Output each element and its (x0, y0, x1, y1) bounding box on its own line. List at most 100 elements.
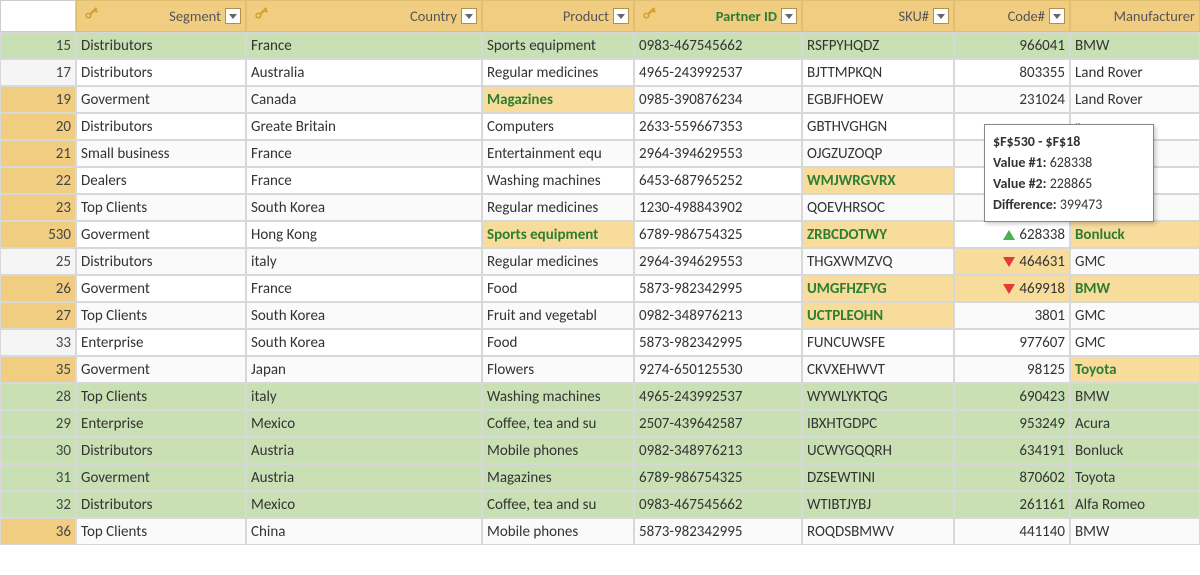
spreadsheet-grid[interactable]: SegmentCountryProductPartner IDSKU#Code#… (0, 0, 1200, 545)
cell-code[interactable]: 690423 (954, 383, 1070, 410)
row-number[interactable]: 21 (0, 140, 76, 167)
cell-product[interactable]: Food (482, 275, 634, 302)
cell-sku[interactable]: WMJWRGVRX (802, 167, 954, 194)
cell-country[interactable]: Hong Kong (246, 221, 482, 248)
cell-country[interactable]: France (246, 140, 482, 167)
cell-partner-id[interactable]: 6453-687965252 (634, 167, 802, 194)
row-number[interactable]: 27 (0, 302, 76, 329)
cell-code[interactable]: 261161 (954, 491, 1070, 518)
cell-country[interactable]: Austria (246, 464, 482, 491)
row-number[interactable]: 28 (0, 383, 76, 410)
row-number[interactable]: 36 (0, 518, 76, 545)
cell-code[interactable]: 441140 (954, 518, 1070, 545)
cell-manufacturer[interactable]: Acura (1070, 410, 1200, 437)
cell-manufacturer[interactable]: Land Rover (1070, 59, 1200, 86)
cell-sku[interactable]: THGXWMZVQ (802, 248, 954, 275)
row-number[interactable]: 31 (0, 464, 76, 491)
cell-segment[interactable]: Distributors (76, 248, 246, 275)
cell-partner-id[interactable]: 2633-559667353 (634, 113, 802, 140)
cell-sku[interactable]: WYWLYKTQG (802, 383, 954, 410)
cell-product[interactable]: Regular medicines (482, 248, 634, 275)
row-number[interactable]: 29 (0, 410, 76, 437)
cell-code[interactable]: 464631 (954, 248, 1070, 275)
row-number[interactable]: 19 (0, 86, 76, 113)
cell-product[interactable]: Sports equipment (482, 221, 634, 248)
cell-sku[interactable]: BJTTMPKQN (802, 59, 954, 86)
cell-manufacturer[interactable]: BMW (1070, 518, 1200, 545)
cell-manufacturer[interactable]: Land Rover (1070, 86, 1200, 113)
cell-segment[interactable]: Distributors (76, 59, 246, 86)
cell-product[interactable]: Magazines (482, 86, 634, 113)
cell-segment[interactable]: Goverment (76, 86, 246, 113)
cell-country[interactable]: italy (246, 248, 482, 275)
cell-product[interactable]: Coffee, tea and su (482, 491, 634, 518)
cell-segment[interactable]: Distributors (76, 113, 246, 140)
cell-sku[interactable]: EGBJFHOEW (802, 86, 954, 113)
cell-manufacturer[interactable]: GMC (1070, 248, 1200, 275)
cell-partner-id[interactable]: 6789-986754325 (634, 221, 802, 248)
cell-manufacturer[interactable]: Alfa Romeo (1070, 491, 1200, 518)
cell-segment[interactable]: Top Clients (76, 302, 246, 329)
cell-sku[interactable]: QOEVHRSOC (802, 194, 954, 221)
cell-manufacturer[interactable]: GMC (1070, 302, 1200, 329)
cell-segment[interactable]: Distributors (76, 32, 246, 59)
cell-manufacturer[interactable]: BMW (1070, 383, 1200, 410)
filter-dropdown-icon[interactable] (461, 8, 477, 24)
cell-code[interactable]: 3801 (954, 302, 1070, 329)
row-number[interactable]: 20 (0, 113, 76, 140)
col-product[interactable]: Product (482, 0, 634, 32)
cell-country[interactable]: France (246, 167, 482, 194)
cell-country[interactable]: Austria (246, 437, 482, 464)
cell-partner-id[interactable]: 5873-982342995 (634, 329, 802, 356)
cell-code[interactable]: 98125 (954, 356, 1070, 383)
cell-code[interactable]: 870602 (954, 464, 1070, 491)
cell-segment[interactable]: Goverment (76, 356, 246, 383)
cell-partner-id[interactable]: 0982-348976213 (634, 302, 802, 329)
cell-product[interactable]: Sports equipment (482, 32, 634, 59)
cell-product[interactable]: Food (482, 329, 634, 356)
cell-code[interactable]: 803355 (954, 59, 1070, 86)
cell-sku[interactable]: GBTHVGHGN (802, 113, 954, 140)
cell-manufacturer[interactable]: Bonluck (1070, 221, 1200, 248)
cell-country[interactable]: France (246, 275, 482, 302)
cell-product[interactable]: Washing machines (482, 167, 634, 194)
cell-country[interactable]: China (246, 518, 482, 545)
filter-dropdown-icon[interactable] (1049, 8, 1065, 24)
cell-manufacturer[interactable]: GMC (1070, 329, 1200, 356)
cell-manufacturer[interactable]: BMW (1070, 275, 1200, 302)
row-number[interactable]: 22 (0, 167, 76, 194)
cell-country[interactable]: Greate Britain (246, 113, 482, 140)
cell-manufacturer[interactable]: Toyota (1070, 356, 1200, 383)
cell-code[interactable]: 469918 (954, 275, 1070, 302)
filter-dropdown-icon[interactable] (225, 8, 241, 24)
cell-country[interactable]: France (246, 32, 482, 59)
cell-partner-id[interactable]: 5873-982342995 (634, 518, 802, 545)
cell-product[interactable]: Washing machines (482, 383, 634, 410)
cell-product[interactable]: Mobile phones (482, 518, 634, 545)
cell-partner-id[interactable]: 9274-650125530 (634, 356, 802, 383)
row-number[interactable]: 23 (0, 194, 76, 221)
cell-country[interactable]: Mexico (246, 491, 482, 518)
cell-segment[interactable]: Dealers (76, 167, 246, 194)
cell-code[interactable]: 634191 (954, 437, 1070, 464)
row-number[interactable]: 15 (0, 32, 76, 59)
cell-manufacturer[interactable]: Toyota (1070, 464, 1200, 491)
cell-segment[interactable]: Enterprise (76, 329, 246, 356)
cell-segment[interactable]: Goverment (76, 464, 246, 491)
row-number[interactable]: 17 (0, 59, 76, 86)
cell-product[interactable]: Regular medicines (482, 59, 634, 86)
cell-segment[interactable]: Distributors (76, 491, 246, 518)
col-segment[interactable]: Segment (76, 0, 246, 32)
cell-sku[interactable]: CKVXEHWVT (802, 356, 954, 383)
cell-segment[interactable]: Top Clients (76, 383, 246, 410)
row-number[interactable]: 33 (0, 329, 76, 356)
row-number[interactable]: 25 (0, 248, 76, 275)
cell-segment[interactable]: Goverment (76, 275, 246, 302)
cell-partner-id[interactable]: 4965-243992537 (634, 383, 802, 410)
col-sku[interactable]: SKU# (802, 0, 954, 32)
cell-partner-id[interactable]: 5873-982342995 (634, 275, 802, 302)
filter-dropdown-icon[interactable] (781, 8, 797, 24)
cell-product[interactable]: Flowers (482, 356, 634, 383)
cell-country[interactable]: Japan (246, 356, 482, 383)
cell-sku[interactable]: UMGFHZFYG (802, 275, 954, 302)
